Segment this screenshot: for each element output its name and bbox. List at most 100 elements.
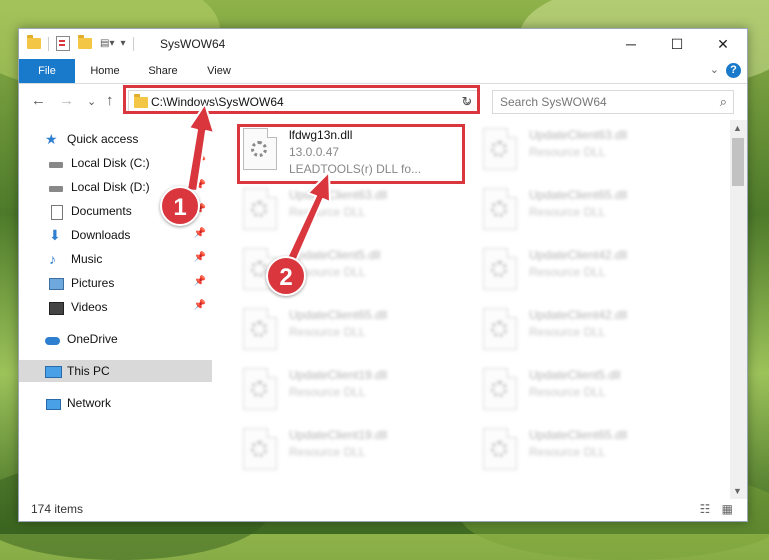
- star-icon: ★: [45, 130, 58, 147]
- file-name: UpdateClient42.dll: [529, 248, 628, 262]
- sidebar-item-label: Quick access: [67, 132, 139, 146]
- dll-file-icon: [483, 128, 517, 170]
- sidebar-item-label: Music: [71, 252, 103, 266]
- tab-share[interactable]: Share: [137, 59, 189, 83]
- scroll-down-icon[interactable]: ▼: [733, 486, 742, 496]
- gear-icon: [251, 261, 267, 277]
- forward-button[interactable]: →: [59, 92, 74, 109]
- file-name: UpdateClient65.dll: [529, 428, 628, 442]
- pin-icon: 📌: [193, 300, 206, 311]
- file-item[interactable]: UpdateClient65.dll Resource DLL: [243, 308, 463, 364]
- sidebar-item-this-pc[interactable]: This PC: [19, 360, 212, 382]
- file-type: Resource DLL: [529, 145, 606, 159]
- dll-file-icon: [243, 308, 277, 350]
- sidebar-item-videos[interactable]: Videos 📌: [19, 296, 212, 318]
- pin-icon: 📌: [193, 276, 206, 287]
- dll-file-icon: [483, 428, 517, 470]
- dll-file-icon: [483, 308, 517, 350]
- dll-file-icon: [243, 428, 277, 470]
- back-button[interactable]: ←: [31, 92, 46, 109]
- tab-view[interactable]: View: [195, 59, 243, 83]
- sidebar-item-music[interactable]: ♪ Music 📌: [19, 248, 212, 270]
- file-item[interactable]: UpdateClient5.dll Resource DLL: [483, 368, 703, 424]
- file-name: UpdateClient19.dll: [289, 428, 388, 442]
- gear-icon: [491, 141, 507, 157]
- toolbar-dropdown-icon[interactable]: ▾: [120, 38, 125, 49]
- search-input[interactable]: Search SysWOW64 ⌕: [492, 90, 734, 114]
- file-item[interactable]: UpdateClient42.dll Resource DLL: [483, 308, 703, 364]
- file-type: Resource DLL: [289, 445, 366, 459]
- sidebar-item-label: Local Disk (D:): [71, 180, 150, 194]
- file-type: Resource DLL: [289, 385, 366, 399]
- gear-icon: [251, 381, 267, 397]
- up-button[interactable]: ↑: [106, 92, 114, 109]
- properties-icon[interactable]: [56, 36, 70, 51]
- dll-file-icon: [483, 248, 517, 290]
- file-type: Resource DLL: [529, 325, 606, 339]
- recent-locations-button[interactable]: ⌄: [87, 95, 96, 108]
- status-bar: 174 items ☷ ▦: [19, 499, 747, 521]
- file-name: UpdateClient42.dll: [529, 308, 628, 322]
- dll-file-icon: [243, 368, 277, 410]
- file-type: Resource DLL: [529, 385, 606, 399]
- expand-ribbon-icon[interactable]: ⌄: [710, 63, 719, 76]
- maximize-button[interactable]: ☐: [654, 29, 700, 59]
- minimize-icon: ─: [626, 36, 636, 52]
- tab-home[interactable]: Home: [79, 59, 131, 83]
- new-folder-icon[interactable]: [78, 35, 92, 49]
- sidebar-item-local-disk-c[interactable]: Local Disk (C:) 📌: [19, 152, 212, 174]
- file-item[interactable]: UpdateClient63.dll Resource DLL: [483, 128, 703, 184]
- search-placeholder: Search SysWOW64: [500, 95, 607, 109]
- network-icon: [45, 397, 61, 410]
- gear-icon: [491, 321, 507, 337]
- sidebar-item-quick-access[interactable]: ★ Quick access: [19, 128, 212, 150]
- file-item[interactable]: UpdateClient65.dll Resource DLL: [483, 188, 703, 244]
- dll-file-icon: [483, 188, 517, 230]
- scrollbar-thumb[interactable]: [732, 138, 744, 186]
- pin-icon: 📌: [193, 180, 206, 191]
- file-item[interactable]: UpdateClient63.dll Resource DLL: [243, 188, 463, 244]
- file-name: UpdateClient65.dll: [529, 188, 628, 202]
- sidebar-item-pictures[interactable]: Pictures 📌: [19, 272, 212, 294]
- pin-icon: 📌: [193, 252, 206, 263]
- file-type: Resource DLL: [529, 265, 606, 279]
- view-toggle-icons[interactable]: ☷ ▦: [700, 502, 737, 516]
- sidebar-item-label: Documents: [71, 204, 132, 218]
- sidebar-item-label: Network: [67, 396, 112, 410]
- window-title: SysWOW64: [160, 37, 226, 51]
- folder-icon: [27, 35, 41, 49]
- step-2-badge: 2: [266, 256, 306, 296]
- sidebar-item-label: Downloads: [71, 228, 131, 242]
- file-name: UpdateClient19.dll: [289, 368, 388, 382]
- minimize-button[interactable]: ─: [608, 29, 654, 59]
- sidebar-item-label: Videos: [71, 300, 108, 314]
- music-icon: ♪: [49, 250, 56, 267]
- file-item[interactable]: UpdateClient19.dll Resource DLL: [243, 368, 463, 424]
- sidebar-item-label: OneDrive: [67, 332, 118, 346]
- vertical-scrollbar[interactable]: ▲ ▼: [730, 120, 747, 499]
- dll-file-icon: [483, 368, 517, 410]
- file-item[interactable]: UpdateClient65.dll Resource DLL: [483, 428, 703, 484]
- sidebar-item-network[interactable]: Network: [19, 392, 212, 414]
- help-icon[interactable]: ?: [726, 63, 741, 78]
- file-item[interactable]: UpdateClient19.dll Resource DLL: [243, 428, 463, 484]
- file-item[interactable]: UpdateClient42.dll Resource DLL: [483, 248, 703, 304]
- file-name: UpdateClient63.dll: [529, 128, 628, 142]
- scroll-up-icon[interactable]: ▲: [733, 123, 742, 133]
- drive-icon: [49, 181, 65, 194]
- gear-icon: [491, 201, 507, 217]
- gear-icon: [251, 201, 267, 217]
- divider: [132, 36, 134, 51]
- divider: [48, 36, 49, 51]
- gear-icon: [251, 321, 267, 337]
- close-button[interactable]: ✕: [700, 29, 746, 59]
- navigation-pane: ★ Quick access Local Disk (C:) 📌 Local D…: [19, 124, 212, 499]
- pictures-icon: [49, 277, 65, 290]
- sidebar-item-onedrive[interactable]: OneDrive: [19, 328, 212, 350]
- tab-file[interactable]: File: [19, 59, 75, 83]
- sidebar-item-downloads[interactable]: ⬇ Downloads 📌: [19, 224, 212, 246]
- file-type: Resource DLL: [529, 205, 606, 219]
- gear-icon: [251, 441, 267, 457]
- sidebar-item-label: Local Disk (C:): [71, 156, 150, 170]
- customize-toolbar-icon[interactable]: ▤▾: [100, 38, 114, 49]
